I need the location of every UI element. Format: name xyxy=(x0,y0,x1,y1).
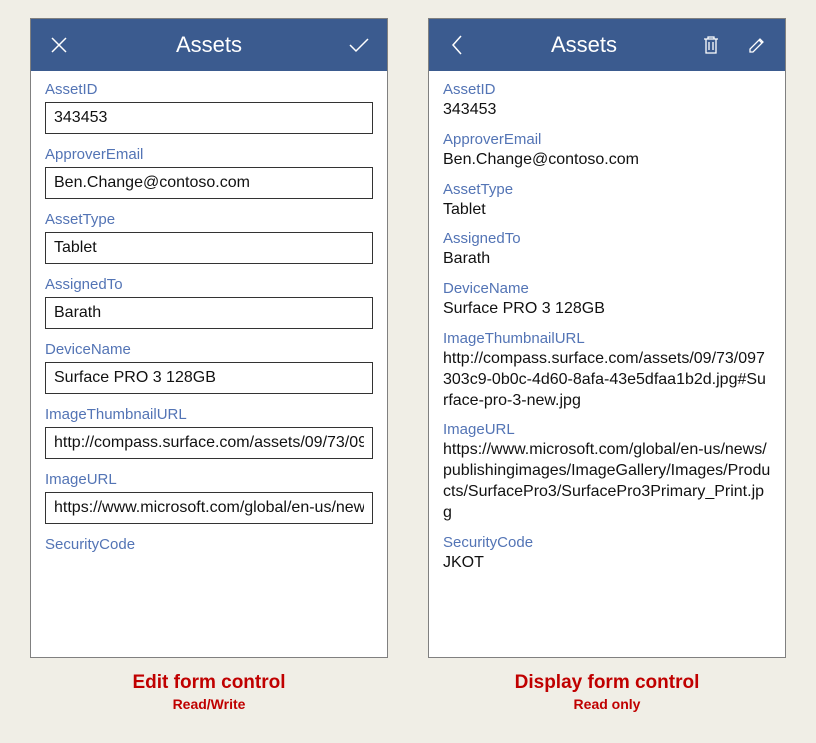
field-assettype: AssetType xyxy=(45,211,373,264)
checkmark-icon xyxy=(347,35,371,55)
caption-main: Edit form control xyxy=(30,672,388,694)
chevron-left-icon xyxy=(450,34,464,56)
field-label: AssignedTo xyxy=(443,230,771,247)
field-label: ImageThumbnailURL xyxy=(443,330,771,347)
delete-button[interactable] xyxy=(697,31,725,59)
display-caption: Display form control Read only xyxy=(428,672,786,712)
cancel-button[interactable] xyxy=(45,31,73,59)
submit-button[interactable] xyxy=(345,31,373,59)
display-form-panel: Assets AssetID 343453 ApproverEmail Ben.… xyxy=(428,18,786,658)
field-label: AssetID xyxy=(443,81,771,98)
edit-form-body: AssetID ApproverEmail AssetType Assigned… xyxy=(31,71,387,657)
field-approveremail: ApproverEmail Ben.Change@contoso.com xyxy=(443,131,771,171)
close-icon xyxy=(49,35,69,55)
field-label: DeviceName xyxy=(443,280,771,297)
display-title: Assets xyxy=(471,32,697,58)
assetid-input[interactable] xyxy=(45,102,373,134)
field-assignedto: AssignedTo Barath xyxy=(443,230,771,270)
field-label: ImageURL xyxy=(45,471,373,488)
field-assetid: AssetID xyxy=(45,81,373,134)
field-label: DeviceName xyxy=(45,341,373,358)
field-label: AssignedTo xyxy=(45,276,373,293)
caption-sub: Read/Write xyxy=(30,696,388,712)
field-imageurl: ImageURL https://www.microsoft.com/globa… xyxy=(443,421,771,523)
field-label: ImageURL xyxy=(443,421,771,438)
caption-main: Display form control xyxy=(428,672,786,694)
field-value: Tablet xyxy=(443,200,771,221)
field-assettype: AssetType Tablet xyxy=(443,181,771,221)
field-label: SecurityCode xyxy=(45,536,373,553)
field-value: JKOT xyxy=(443,553,771,574)
field-devicename: DeviceName Surface PRO 3 128GB xyxy=(443,280,771,320)
field-label: SecurityCode xyxy=(443,534,771,551)
edit-caption: Edit form control Read/Write xyxy=(30,672,388,712)
field-label: AssetType xyxy=(45,211,373,228)
edit-title: Assets xyxy=(73,32,345,58)
display-form-body: AssetID 343453 ApproverEmail Ben.Change@… xyxy=(429,71,785,657)
field-assignedto: AssignedTo xyxy=(45,276,373,329)
assignedto-input[interactable] xyxy=(45,297,373,329)
edit-form-panel: Assets AssetID ApproverEmail AssetType A… xyxy=(30,18,388,658)
imagethumbnailurl-input[interactable] xyxy=(45,427,373,459)
field-value: http://compass.surface.com/assets/09/73/… xyxy=(443,349,771,411)
field-value: https://www.microsoft.com/global/en-us/n… xyxy=(443,440,771,523)
field-assetid: AssetID 343453 xyxy=(443,81,771,121)
field-imagethumbnailurl: ImageThumbnailURL http://compass.surface… xyxy=(443,330,771,411)
field-value: 343453 xyxy=(443,100,771,121)
field-label: ApproverEmail xyxy=(45,146,373,163)
field-label: ImageThumbnailURL xyxy=(45,406,373,423)
devicename-input[interactable] xyxy=(45,362,373,394)
assettype-input[interactable] xyxy=(45,232,373,264)
edit-button[interactable] xyxy=(743,31,771,59)
trash-icon xyxy=(702,35,720,55)
field-label: AssetType xyxy=(443,181,771,198)
field-securitycode: SecurityCode xyxy=(45,536,373,553)
field-approveremail: ApproverEmail xyxy=(45,146,373,199)
back-button[interactable] xyxy=(443,31,471,59)
field-value: Ben.Change@contoso.com xyxy=(443,150,771,171)
field-imageurl: ImageURL xyxy=(45,471,373,524)
field-label: ApproverEmail xyxy=(443,131,771,148)
field-value: Surface PRO 3 128GB xyxy=(443,299,771,320)
approveremail-input[interactable] xyxy=(45,167,373,199)
edit-titlebar: Assets xyxy=(31,19,387,71)
display-titlebar: Assets xyxy=(429,19,785,71)
field-devicename: DeviceName xyxy=(45,341,373,394)
field-imagethumbnailurl: ImageThumbnailURL xyxy=(45,406,373,459)
caption-sub: Read only xyxy=(428,696,786,712)
imageurl-input[interactable] xyxy=(45,492,373,524)
field-label: AssetID xyxy=(45,81,373,98)
field-value: Barath xyxy=(443,249,771,270)
field-securitycode: SecurityCode JKOT xyxy=(443,534,771,574)
pencil-icon xyxy=(748,36,766,54)
